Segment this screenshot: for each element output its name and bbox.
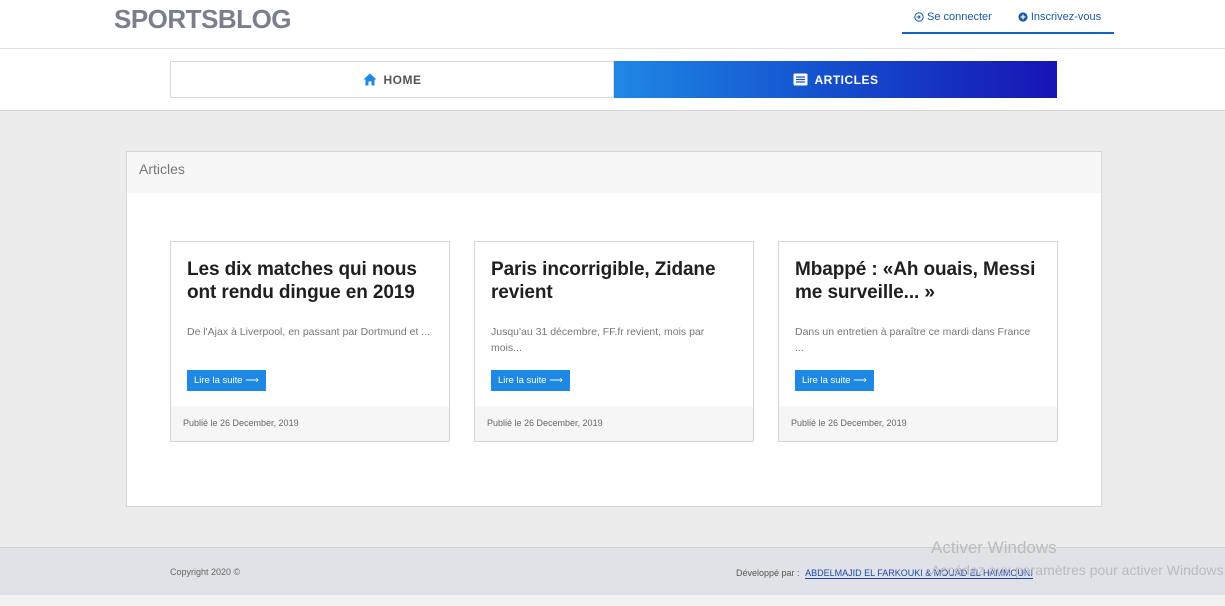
plus-circle-icon [1018, 12, 1028, 22]
article-excerpt: Jusqu'au 31 décembre, FF.fr revient, moi… [491, 326, 705, 354]
article-date: Publié le 26 December, 2019 [779, 406, 1057, 441]
read-more-button[interactable]: Lire la suite ⟶ [491, 370, 570, 391]
article-card: Les dix matches qui nous ont rendu dingu… [170, 241, 450, 442]
auth-links: Se connecter Inscrivez-vous [902, 8, 1114, 34]
main-nav: HOME ARTICLES [0, 49, 1225, 111]
read-more-button[interactable]: Lire la suite ⟶ [795, 370, 874, 391]
article-card-body: Mbappé : «Ah ouais, Messi me surveille..… [779, 242, 1057, 407]
article-title[interactable]: Mbappé : «Ah ouais, Messi me surveille..… [795, 258, 1041, 310]
tab-home[interactable]: HOME [170, 61, 614, 98]
home-icon [363, 73, 376, 86]
read-more-button[interactable]: Lire la suite ⟶ [187, 370, 266, 391]
article-title[interactable]: Les dix matches qui nous ont rendu dingu… [187, 258, 433, 310]
article-card: Mbappé : «Ah ouais, Messi me surveille..… [778, 241, 1058, 442]
article-card: Paris incorrigible, Zidane revient Jusqu… [474, 241, 754, 442]
article-date: Publié le 26 December, 2019 [171, 406, 449, 441]
article-date: Publié le 26 December, 2019 [475, 406, 753, 441]
developer-prefix: Développé par : [736, 568, 800, 578]
windows-activation-title: Activer Windows [931, 538, 1057, 557]
signup-label: Inscrivez-vous [1030, 11, 1102, 23]
signup-link[interactable]: Inscrivez-vous [1018, 11, 1101, 23]
login-icon [914, 12, 924, 22]
article-excerpt: De l'Ajax à Liverpool, en passant par Do… [187, 326, 431, 338]
articles-panel: Articles Les dix matches qui nous ont re… [126, 151, 1102, 507]
tab-articles[interactable]: ARTICLES [614, 61, 1057, 98]
tab-home-label: HOME [383, 72, 422, 87]
windows-activation-subtitle: Accédez aux paramètres pour activer Wind… [931, 562, 1225, 578]
tab-articles-label: ARTICLES [814, 72, 879, 87]
articles-icon [793, 73, 807, 86]
copyright-text: Copyright 2020 © [170, 567, 241, 577]
article-card-body: Les dix matches qui nous ont rendu dingu… [171, 242, 449, 407]
top-header: SPORTSBLOG Se connecter Inscrivez-vous [0, 0, 1225, 49]
site-logo[interactable]: SPORTSBLOG [114, 4, 292, 35]
login-link[interactable]: Se connecter [914, 11, 992, 23]
login-label: Se connecter [927, 11, 992, 23]
bottom-strip [0, 595, 1225, 606]
article-card-body: Paris incorrigible, Zidane revient Jusqu… [475, 242, 753, 407]
article-title[interactable]: Paris incorrigible, Zidane revient [491, 258, 737, 310]
panel-title: Articles [127, 152, 1101, 193]
article-excerpt: Dans un entretien à paraître ce mardi da… [795, 326, 1031, 354]
